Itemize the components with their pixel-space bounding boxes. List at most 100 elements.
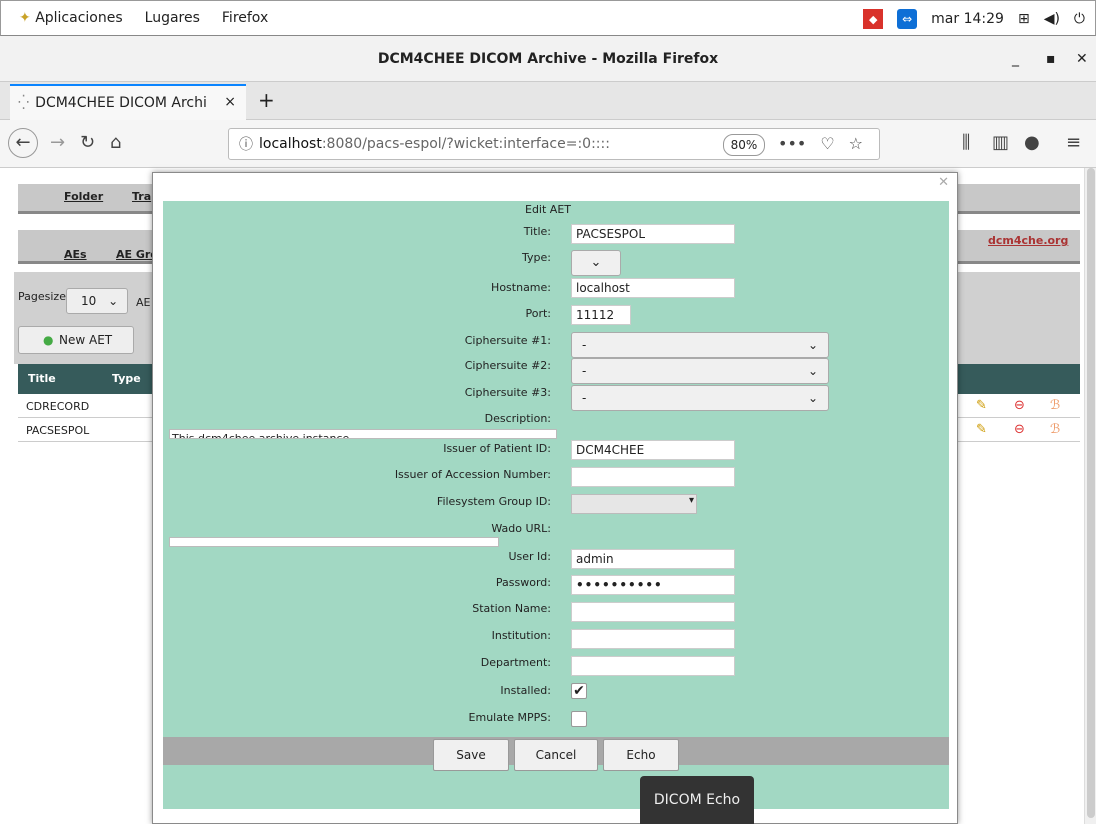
window-titlebar: DCM4CHEE DICOM Archive - Mozilla Firefox… xyxy=(0,36,1096,82)
reload-icon[interactable]: ↻ xyxy=(80,132,95,153)
title-field[interactable]: PACSESPOL xyxy=(571,224,735,244)
issuer-accession-field[interactable] xyxy=(571,467,735,487)
browser-tab[interactable]: ⁛ DCM4CHEE DICOM Archi × xyxy=(10,84,246,120)
edit-icon[interactable]: ✎ xyxy=(976,398,987,413)
hostname-field[interactable]: localhost xyxy=(571,278,735,298)
edit-icon[interactable]: ✎ xyxy=(976,422,987,437)
save-button[interactable]: Save xyxy=(433,739,509,771)
minimize-icon[interactable]: _ xyxy=(1012,36,1019,82)
apps-icon: ✦ xyxy=(19,10,31,26)
ae-label: AE xyxy=(136,296,151,309)
library-icon[interactable]: ⫼ xyxy=(962,132,970,153)
issuer-patient-id-field[interactable]: DCM4CHEE xyxy=(571,440,735,460)
teamviewer-icon[interactable]: ⇔ xyxy=(897,9,918,29)
close-window-icon[interactable]: ✕ xyxy=(1076,36,1088,82)
ciphersuite-1-label: Ciphersuite #1: xyxy=(464,334,551,347)
filesystem-group-select[interactable]: ▾ xyxy=(571,494,697,514)
description-field[interactable]: This dcm4chee archive instance xyxy=(169,429,557,439)
menu-folder[interactable]: Folder xyxy=(64,190,103,203)
dialog-button-bar: Save Cancel Echo xyxy=(163,737,949,771)
places-menu[interactable]: Lugares xyxy=(145,10,200,26)
form-heading: Edit AET xyxy=(525,203,571,216)
column-type: Type xyxy=(112,372,141,385)
wado-url-field[interactable] xyxy=(169,537,499,547)
chevron-down-icon: ⌄ xyxy=(108,294,119,308)
port-field[interactable]: 11112 xyxy=(571,305,631,325)
navigation-bar: ← → ↻ ⌂ ⓘ localhost :8080/pacs-espol/?wi… xyxy=(0,120,1096,168)
menu-tra[interactable]: Tra xyxy=(132,190,151,203)
applications-menu[interactable]: ✦ Aplicaciones xyxy=(19,10,123,26)
site-info-icon[interactable]: ⓘ xyxy=(239,134,253,154)
window-title: DCM4CHEE DICOM Archive - Mozilla Firefox xyxy=(377,51,719,67)
edit-aet-dialog: ✕ Edit AET Title: PACSESPOL Type: ⌄ Host… xyxy=(152,172,958,824)
menu-icon[interactable]: ≡ xyxy=(1066,132,1081,153)
tab-strip: ⁛ DCM4CHEE DICOM Archi × + xyxy=(0,82,1096,120)
chevron-down-icon: ⌄ xyxy=(807,338,818,352)
firefox-menu[interactable]: Firefox xyxy=(222,10,268,26)
more-actions-icon[interactable]: ••• xyxy=(778,134,806,153)
issuer-accession-label: Issuer of Accession Number: xyxy=(394,468,551,481)
cancel-button[interactable]: Cancel xyxy=(514,739,598,771)
emulate-mpps-checkbox[interactable] xyxy=(571,711,587,727)
home-icon[interactable]: ⌂ xyxy=(110,132,121,153)
ciphersuite-1-select[interactable]: - ⌄ xyxy=(571,332,829,358)
installed-label: Installed: xyxy=(500,684,551,697)
new-tab-button[interactable]: + xyxy=(258,88,275,112)
network-icon[interactable]: ⊞ xyxy=(1018,11,1030,27)
department-field[interactable] xyxy=(571,656,735,676)
echo-button[interactable]: Echo xyxy=(603,739,679,771)
back-icon[interactable]: ← xyxy=(8,128,38,158)
filesystem-group-label: Filesystem Group ID: xyxy=(436,495,551,508)
password-label: Password: xyxy=(495,576,551,589)
scroll-thumb[interactable] xyxy=(1087,168,1095,818)
page-scrollbar[interactable] xyxy=(1084,168,1096,824)
close-tab-icon[interactable]: × xyxy=(224,94,236,110)
installed-checkbox[interactable]: ✔ xyxy=(571,683,587,699)
echo-icon[interactable]: ℬ xyxy=(1050,398,1060,413)
url-host: localhost xyxy=(259,136,322,152)
clock[interactable]: mar 14:29 xyxy=(931,11,1004,27)
url-path: :8080/pacs-espol/?wicket:interface=:0:::… xyxy=(321,136,610,152)
brand-link[interactable]: dcm4che.org xyxy=(988,234,1068,247)
echo-icon[interactable]: ℬ xyxy=(1050,422,1060,437)
bookmark-star-icon[interactable]: ☆ xyxy=(849,134,863,153)
ciphersuite-2-select[interactable]: - ⌄ xyxy=(571,358,829,384)
dialog-close-icon[interactable]: ✕ xyxy=(938,175,949,190)
ciphersuite-2-label: Ciphersuite #2: xyxy=(464,359,551,372)
url-bar[interactable]: ⓘ localhost :8080/pacs-espol/?wicket:int… xyxy=(228,128,880,160)
hostname-label: Hostname: xyxy=(491,281,551,294)
station-name-field[interactable] xyxy=(571,602,735,622)
delete-icon[interactable]: ⊖ xyxy=(1014,398,1025,413)
chevron-down-icon: ⌄ xyxy=(807,364,818,378)
pagesize-label: Pagesize xyxy=(18,290,66,303)
zoom-indicator[interactable]: 80% xyxy=(723,134,765,156)
ciphersuite-3-label: Ciphersuite #3: xyxy=(464,386,551,399)
sidebar-icon[interactable]: ▥ xyxy=(992,132,1009,153)
pocket-icon[interactable]: ♡ xyxy=(820,134,834,153)
edit-aet-form: Edit AET Title: PACSESPOL Type: ⌄ Hostna… xyxy=(163,201,949,809)
url-actions: ••• ♡ ☆ xyxy=(778,134,863,153)
system-top-bar: ✦ Aplicaciones Lugares Firefox ◆ ⇔ mar 1… xyxy=(0,0,1096,36)
wado-url-label: Wado URL: xyxy=(491,522,551,535)
type-select[interactable]: ⌄ xyxy=(571,250,621,276)
tab-title: DCM4CHEE DICOM Archi xyxy=(35,95,207,111)
pagesize-select[interactable]: 10 ⌄ xyxy=(66,288,128,314)
delete-icon[interactable]: ⊖ xyxy=(1014,422,1025,437)
ciphersuite-3-select[interactable]: - ⌄ xyxy=(571,385,829,411)
user-id-field[interactable]: admin xyxy=(571,549,735,569)
pagesize-value: 10 xyxy=(81,294,97,308)
tab-aes[interactable]: AEs xyxy=(64,248,87,261)
chevron-down-icon: ⌄ xyxy=(590,255,602,270)
forward-icon[interactable]: → xyxy=(50,132,65,153)
password-field[interactable]: •••••••••• xyxy=(571,575,735,595)
power-icon[interactable]: ⏻ xyxy=(1074,11,1085,27)
institution-field[interactable] xyxy=(571,629,735,649)
chevron-down-icon: ⌄ xyxy=(807,391,818,405)
anydesk-icon[interactable]: ◆ xyxy=(863,9,884,29)
new-aet-button[interactable]: ● New AET xyxy=(18,326,134,354)
dicom-echo-tooltip: DICOM Echo xyxy=(640,776,754,824)
account-icon[interactable]: ● xyxy=(1024,132,1040,153)
maximize-icon[interactable]: ▪ xyxy=(1046,36,1056,82)
volume-icon[interactable]: ◀) xyxy=(1044,11,1060,27)
column-title: Title xyxy=(28,372,56,385)
